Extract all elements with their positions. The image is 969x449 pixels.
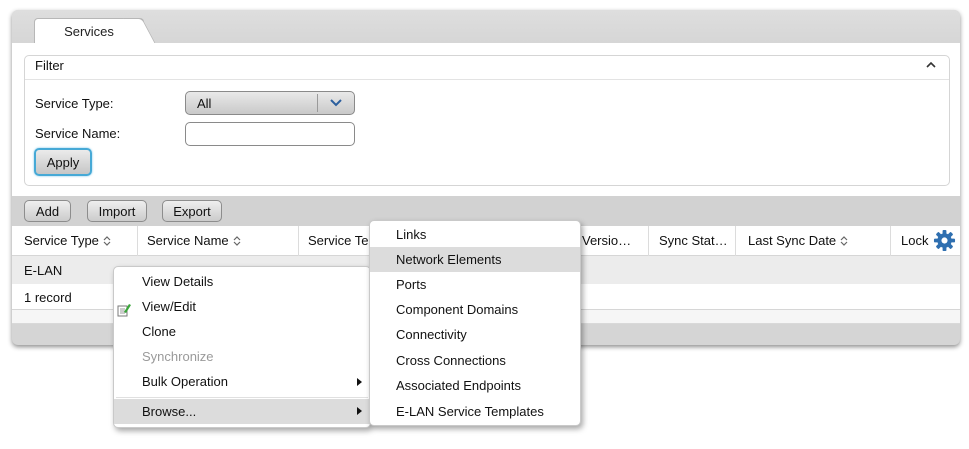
export-button[interactable]: Export (162, 200, 222, 222)
service-name-label: Service Name: (35, 126, 121, 141)
add-button[interactable]: Add (24, 200, 71, 222)
column-label: Service Name (147, 233, 229, 248)
submenu-item-cross-connections[interactable]: Cross Connections (370, 348, 580, 373)
cell-service-type: E-LAN (24, 263, 63, 278)
filter-box (24, 55, 950, 186)
filter-divider (25, 79, 949, 80)
submenu-item-associated-endpoints[interactable]: Associated Endpoints (370, 373, 580, 398)
submenu-arrow-icon (357, 378, 362, 386)
tab-strip (12, 10, 960, 43)
menu-item-bulk-operation[interactable]: Bulk Operation (114, 369, 370, 394)
chevron-up-icon[interactable] (925, 59, 937, 71)
column-label: Last Sync Date (748, 233, 837, 248)
sort-icon (103, 236, 111, 246)
column-separator[interactable] (648, 226, 649, 256)
column-service-type[interactable]: Service Type (24, 233, 111, 248)
column-separator[interactable] (735, 226, 736, 256)
menu-divider (116, 397, 368, 398)
submenu-item-network-elements[interactable]: Network Elements (370, 247, 580, 272)
column-version[interactable]: Versio… (582, 233, 631, 248)
submenu-item-component-domains[interactable]: Component Domains (370, 297, 580, 322)
column-sync-status[interactable]: Sync Stat… (659, 233, 728, 248)
context-menu: View Details View/Edit Clone Synchronize… (113, 266, 371, 428)
record-count: 1 record (24, 290, 72, 305)
menu-item-view-edit[interactable]: View/Edit (114, 294, 370, 319)
column-lock[interactable]: Lock (901, 233, 928, 248)
column-separator[interactable] (137, 226, 138, 256)
column-service-template[interactable]: Service Te (308, 233, 368, 248)
submenu-item-connectivity[interactable]: Connectivity (370, 322, 580, 347)
import-button[interactable]: Import (87, 200, 147, 222)
column-last-sync-date[interactable]: Last Sync Date (748, 233, 848, 248)
sort-icon (233, 236, 241, 246)
column-separator[interactable] (298, 226, 299, 256)
select-separator (317, 94, 318, 112)
service-name-input[interactable] (185, 122, 355, 146)
menu-item-clone[interactable]: Clone (114, 319, 370, 344)
edit-icon (117, 304, 131, 317)
submenu-arrow-icon (357, 407, 362, 415)
column-label: Service Type (24, 233, 99, 248)
submenu-item-elan-service-templates[interactable]: E-LAN Service Templates (370, 399, 580, 424)
menu-item-browse[interactable]: Browse... (114, 399, 370, 424)
apply-button[interactable]: Apply (34, 148, 92, 176)
tab-services[interactable]: Services (34, 18, 144, 44)
chevron-down-icon (330, 99, 342, 107)
filter-title: Filter (35, 58, 64, 73)
menu-item-synchronize: Synchronize (142, 349, 214, 364)
sort-icon (840, 236, 848, 246)
service-type-value: All (197, 96, 212, 111)
service-type-label: Service Type: (35, 96, 114, 111)
browse-submenu: Links Network Elements Ports Component D… (369, 220, 581, 426)
column-service-name[interactable]: Service Name (147, 233, 241, 248)
service-type-select[interactable]: All (185, 91, 355, 115)
menu-item-view-details[interactable]: View Details (114, 269, 370, 294)
column-separator[interactable] (890, 226, 891, 256)
submenu-item-ports[interactable]: Ports (370, 272, 580, 297)
submenu-item-links[interactable]: Links (370, 222, 580, 247)
gear-icon[interactable] (933, 229, 956, 252)
